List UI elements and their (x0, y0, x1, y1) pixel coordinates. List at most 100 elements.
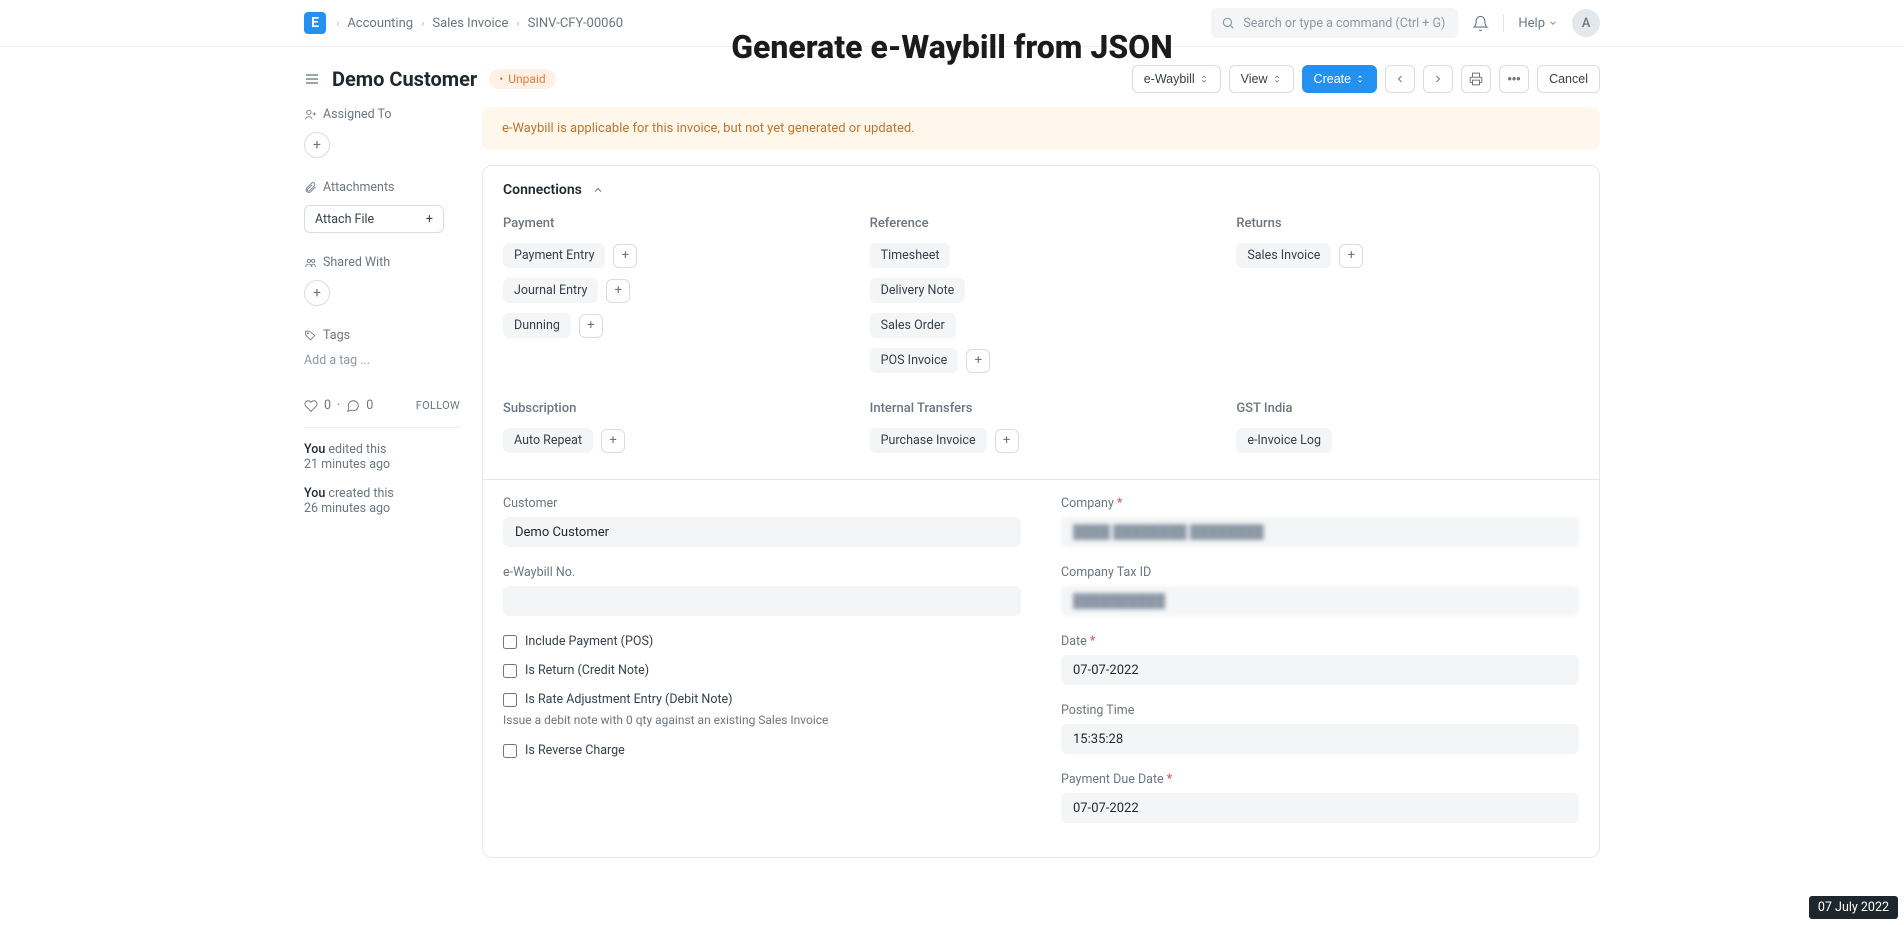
connection-group-title: GST India (1236, 401, 1579, 416)
connection-add-button[interactable]: + (1339, 244, 1363, 268)
printer-icon (1469, 72, 1483, 86)
is-return-label: Is Return (Credit Note) (525, 663, 649, 678)
company-field[interactable]: ████ ████████ ████████ (1061, 517, 1579, 547)
history-list: You edited this21 minutes agoYou created… (304, 442, 460, 516)
connection-group-title: Payment (503, 216, 846, 231)
ewaybill-no-label: e-Waybill No. (503, 565, 1021, 580)
add-assignee-button[interactable]: + (304, 132, 330, 158)
connection-chip[interactable]: Journal Entry (503, 278, 598, 303)
breadcrumb-accounting[interactable]: Accounting (347, 16, 413, 31)
attach-file-button[interactable]: Attach File + (304, 205, 444, 233)
connection-chip[interactable]: Sales Invoice (1236, 243, 1331, 268)
company-tax-id-label: Company Tax ID (1061, 565, 1579, 580)
connection-chip[interactable]: Auto Repeat (503, 428, 593, 453)
is-rate-adjustment-label: Is Rate Adjustment Entry (Debit Note) (525, 692, 733, 707)
connection-chip[interactable]: Purchase Invoice (870, 428, 987, 453)
connection-chip[interactable]: e-Invoice Log (1236, 428, 1332, 453)
ewaybill-no-field[interactable] (503, 586, 1021, 616)
user-avatar[interactable]: A (1572, 9, 1600, 37)
page-sidebar: Assigned To + Attachments Attach File + … (304, 107, 482, 858)
connection-group: Internal Transfers Purchase Invoice + (870, 401, 1213, 463)
connection-group-title: Internal Transfers (870, 401, 1213, 416)
connection-chip[interactable]: Payment Entry (503, 243, 605, 268)
users-icon (304, 256, 317, 269)
overlay-heading: Generate e-Waybill from JSON (731, 28, 1173, 66)
brand-logo[interactable]: E (304, 12, 326, 34)
is-rate-adjustment-checkbox[interactable] (503, 693, 517, 707)
history-entry: You created this26 minutes ago (304, 486, 460, 516)
include-payment-label: Include Payment (POS) (525, 634, 653, 649)
connection-group: GST India e-Invoice Log (1236, 401, 1579, 463)
comments-count: 0 (366, 398, 373, 413)
chevron-up-icon (592, 184, 604, 196)
search-icon (1221, 16, 1235, 30)
posting-time-field[interactable]: 15:35:28 (1061, 724, 1579, 754)
connection-chip[interactable]: POS Invoice (870, 348, 959, 373)
connection-add-button[interactable]: + (601, 429, 625, 453)
chevron-right-icon (1432, 73, 1444, 85)
tag-icon (304, 329, 317, 342)
comment-icon[interactable] (346, 399, 360, 413)
chevron-left-icon (1394, 73, 1406, 85)
select-icon (1272, 73, 1282, 85)
customer-field[interactable]: Demo Customer (503, 517, 1021, 547)
connection-add-button[interactable]: + (995, 429, 1019, 453)
more-button[interactable]: ••• (1499, 65, 1529, 93)
help-dropdown[interactable]: Help (1518, 16, 1558, 31)
breadcrumb-doc-id[interactable]: SINV-CFY-00060 (528, 16, 623, 31)
tag-input[interactable]: Add a tag ... (304, 353, 460, 368)
rate-adjustment-helper: Issue a debit note with 0 qty against an… (503, 713, 1021, 727)
connection-add-button[interactable]: + (966, 349, 990, 373)
payment-due-date-field[interactable]: 07-07-2022 (1061, 793, 1579, 823)
form-section: Customer Demo Customer e-Waybill No. Inc… (483, 479, 1599, 857)
connection-group: PaymentPayment Entry+Journal Entry+Dunni… (503, 216, 846, 383)
connection-chip[interactable]: Timesheet (870, 243, 951, 268)
cancel-button[interactable]: Cancel (1537, 65, 1600, 93)
attachments-label: Attachments (304, 180, 460, 195)
heart-icon[interactable] (304, 399, 318, 413)
connection-add-button[interactable]: + (613, 244, 637, 268)
include-payment-checkbox[interactable] (503, 635, 517, 649)
shared-with-label: Shared With (304, 255, 460, 270)
connections-header[interactable]: Connections (503, 182, 1579, 198)
add-share-button[interactable]: + (304, 280, 330, 306)
plus-icon: + (426, 212, 433, 227)
date-field[interactable]: 07-07-2022 (1061, 655, 1579, 685)
paperclip-icon (304, 181, 317, 194)
is-reverse-charge-label: Is Reverse Charge (525, 743, 625, 758)
view-dropdown[interactable]: View (1229, 65, 1294, 93)
follow-button[interactable]: FOLLOW (416, 399, 460, 412)
connection-add-button[interactable]: + (579, 314, 603, 338)
connection-group-title: Subscription (503, 401, 846, 416)
is-reverse-charge-checkbox[interactable] (503, 744, 517, 758)
connection-group-title: Returns (1236, 216, 1579, 231)
create-dropdown[interactable]: Create (1302, 65, 1378, 93)
breadcrumb-sales-invoice[interactable]: Sales Invoice (432, 16, 508, 31)
connection-chip[interactable]: Sales Order (870, 313, 956, 338)
next-button[interactable] (1423, 65, 1453, 93)
connection-group: Subscription Auto Repeat + (503, 401, 846, 463)
connection-group: ReferenceTimesheetDelivery NoteSales Ord… (870, 216, 1213, 383)
select-icon (1199, 73, 1209, 85)
main-content: e-Waybill is applicable for this invoice… (482, 107, 1600, 858)
status-badge: Unpaid (489, 69, 555, 89)
select-icon (1355, 73, 1365, 85)
connection-chip[interactable]: Delivery Note (870, 278, 966, 303)
is-return-checkbox[interactable] (503, 664, 517, 678)
notifications-icon[interactable] (1472, 15, 1489, 32)
connection-chip[interactable]: Dunning (503, 313, 571, 338)
dot-separator: · (337, 398, 340, 413)
print-button[interactable] (1461, 65, 1491, 93)
connections-section: Connections PaymentPayment Entry+Journal… (483, 166, 1599, 479)
chevron-down-icon (1548, 18, 1558, 28)
connection-add-button[interactable]: + (606, 279, 630, 303)
divider (1503, 14, 1504, 32)
alert-banner: e-Waybill is applicable for this invoice… (482, 107, 1600, 150)
sidebar-toggle-icon[interactable] (304, 71, 320, 87)
company-tax-id-field[interactable]: ██████████ (1061, 586, 1579, 616)
ewaybill-dropdown[interactable]: e-Waybill (1132, 65, 1221, 93)
global-search[interactable]: Search or type a command (Ctrl + G) (1211, 8, 1458, 38)
prev-button[interactable] (1385, 65, 1415, 93)
header-actions: e-Waybill View Create ••• (1132, 65, 1600, 93)
date-badge: 07 July 2022 (1809, 896, 1898, 919)
